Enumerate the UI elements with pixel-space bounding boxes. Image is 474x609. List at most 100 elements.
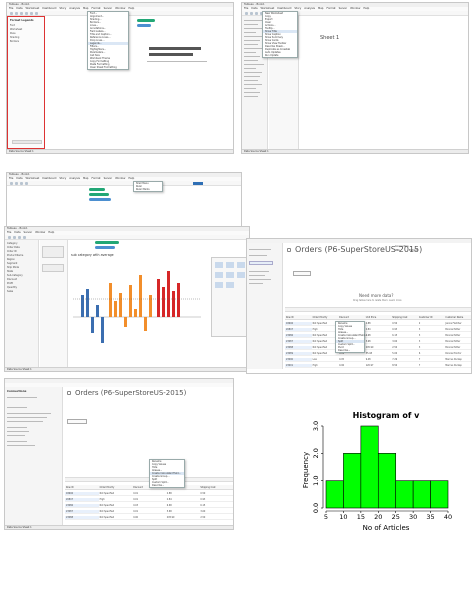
- menu-format[interactable]: Format: [91, 7, 100, 10]
- swap-icon[interactable]: [30, 12, 33, 15]
- menu-format[interactable]: Format: [326, 7, 335, 10]
- menu-window[interactable]: Window: [115, 177, 125, 180]
- menu-file[interactable]: File: [244, 7, 248, 10]
- columns-pill[interactable]: [95, 241, 119, 244]
- clear-button[interactable]: [12, 140, 42, 144]
- show-me-button[interactable]: [193, 182, 203, 185]
- menu-file[interactable]: File: [9, 177, 13, 180]
- menu-server[interactable]: Server: [104, 177, 113, 180]
- menu-worksheet[interactable]: Worksheet: [26, 7, 40, 10]
- x-axis-label: No of Articles: [363, 524, 410, 532]
- column-header[interactable]: Order Priority: [99, 486, 133, 489]
- x-tick-label: 5: [324, 513, 328, 521]
- menu-map[interactable]: Map: [318, 7, 323, 10]
- format-pane-header: Format Legends: [10, 19, 34, 22]
- orders-table-chip[interactable]: [293, 271, 311, 276]
- redo-icon[interactable]: [15, 182, 18, 185]
- menu-file[interactable]: File: [9, 7, 13, 10]
- x-axis: [147, 61, 207, 62]
- menu-story[interactable]: Story: [294, 7, 301, 10]
- table-cell: 3: [418, 340, 421, 343]
- menu-help[interactable]: Help: [48, 231, 54, 234]
- menu-map[interactable]: Map: [83, 7, 88, 10]
- new-sheet-icon[interactable]: [23, 236, 26, 239]
- table-cell: 6.68: [166, 504, 172, 507]
- column-header[interactable]: Unit Price: [365, 316, 392, 319]
- menu-data[interactable]: Data: [14, 231, 20, 234]
- save-icon[interactable]: [18, 236, 21, 239]
- menu-help[interactable]: Help: [128, 177, 134, 180]
- column-header[interactable]: Shipping Cost: [391, 316, 418, 319]
- table-row: 23087Not Specified0.015.683.603Bonnie Po…: [285, 339, 471, 344]
- redo-icon[interactable]: [250, 12, 253, 15]
- menu-item[interactable]: Ruler Marks: [134, 188, 162, 191]
- category-pill[interactable]: [89, 188, 105, 191]
- menu-story[interactable]: Story: [59, 177, 66, 180]
- live-radio[interactable]: Live: [395, 249, 400, 252]
- swap-icon[interactable]: [25, 182, 28, 185]
- menu-worksheet[interactable]: Worksheet: [261, 7, 275, 10]
- redo-icon[interactable]: [15, 12, 18, 15]
- connections-title: Connections: [7, 389, 27, 393]
- menu-analysis[interactable]: Analysis: [69, 177, 80, 180]
- menu-data[interactable]: Data: [16, 7, 22, 10]
- menu-help[interactable]: Help: [128, 7, 134, 10]
- side-item[interactable]: Borders: [10, 40, 44, 44]
- table-row: 23089 Not Specified 0.09 55.48 5.00 6 Ronnie P…: [285, 351, 471, 356]
- save-icon[interactable]: [20, 12, 23, 15]
- profit-pill[interactable]: [89, 198, 111, 201]
- undo-icon[interactable]: [10, 182, 13, 185]
- menu-dashboard[interactable]: Dashboard: [277, 7, 291, 10]
- menu-format[interactable]: Format: [91, 177, 100, 180]
- menu-worksheet[interactable]: Worksheet: [26, 177, 40, 180]
- menu-window[interactable]: Window: [350, 7, 360, 10]
- rows-pill[interactable]: [137, 24, 151, 27]
- menu-window[interactable]: Window: [115, 7, 125, 10]
- menu-story[interactable]: Story: [59, 7, 66, 10]
- menu-item[interactable]: Run Update: [263, 54, 297, 57]
- menu-analysis[interactable]: Analysis: [69, 7, 80, 10]
- menu-item[interactable]: Describe...: [150, 484, 184, 487]
- menu-dashboard[interactable]: Dashboard: [42, 177, 56, 180]
- save-icon[interactable]: [255, 12, 258, 15]
- undo-icon[interactable]: [10, 12, 13, 15]
- column-header[interactable]: Customer ID: [418, 316, 445, 319]
- menu-server[interactable]: Server: [104, 7, 113, 10]
- menu-window[interactable]: Window: [35, 231, 45, 234]
- sub-category-pill[interactable]: [89, 193, 109, 196]
- column-header[interactable]: Row ID: [65, 486, 99, 489]
- column-header[interactable]: Discount: [338, 316, 365, 319]
- table-cell: 120.97: [365, 364, 374, 367]
- bar-1: [149, 47, 201, 50]
- table-cell: Bonnie Potter: [445, 328, 461, 331]
- column-header[interactable]: Customer Name: [444, 316, 471, 319]
- table-cell: 0.50: [392, 322, 398, 325]
- menu-server[interactable]: Server: [339, 7, 348, 10]
- menu-help[interactable]: Help: [363, 7, 369, 10]
- sort-icon[interactable]: [35, 12, 38, 15]
- menu-data[interactable]: Data: [16, 177, 22, 180]
- menu-item[interactable]: Clear Sheet Formatting: [88, 66, 128, 69]
- menu-dashboard[interactable]: Dashboard: [42, 7, 56, 10]
- columns-pill[interactable]: [137, 19, 155, 22]
- menu-data[interactable]: Data: [251, 7, 257, 10]
- extract-radio[interactable]: Extract: [409, 249, 418, 252]
- menu-file[interactable]: File: [7, 231, 11, 234]
- column-header[interactable]: Row ID: [285, 316, 312, 319]
- menu-server[interactable]: Server: [24, 231, 33, 234]
- redo-icon[interactable]: [13, 236, 16, 239]
- column-header[interactable]: Shipping Cost: [199, 486, 233, 489]
- side-item[interactable]: Sales: [7, 290, 37, 294]
- menu-analysis[interactable]: Analysis: [304, 7, 315, 10]
- menu-item[interactable]: Describe...: [336, 349, 364, 352]
- undo-icon[interactable]: [8, 236, 11, 239]
- orders-table-chip[interactable]: [67, 419, 87, 424]
- save-icon[interactable]: [20, 182, 23, 185]
- undo-icon[interactable]: [245, 12, 248, 15]
- rows-pill[interactable]: [95, 246, 115, 249]
- column-header[interactable]: Order Priority: [312, 316, 339, 319]
- menu-map[interactable]: Map: [83, 177, 88, 180]
- histogram-bar: [343, 453, 362, 509]
- new-sheet-icon[interactable]: [25, 12, 28, 15]
- table-cell: 55.48: [365, 352, 372, 355]
